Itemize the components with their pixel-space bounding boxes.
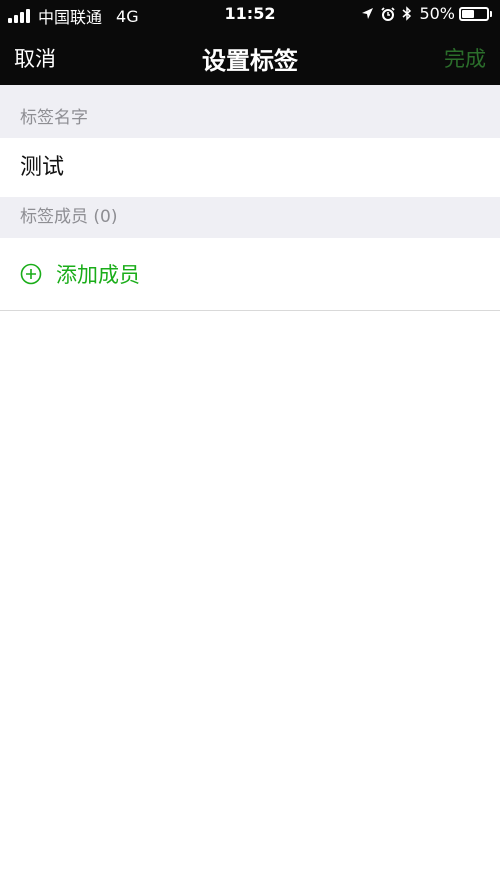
battery-icon — [459, 6, 489, 21]
bluetooth-icon — [402, 6, 412, 21]
plus-circle-icon — [20, 263, 42, 285]
battery-percent: 50% — [419, 4, 455, 23]
alarm-icon — [381, 6, 396, 21]
section-header-tag-name: 标签名字 — [0, 85, 500, 138]
status-bar: 中国联通 4G 11:52 50% — [0, 0, 500, 28]
navigation-bar: 取消 设置标签 完成 — [0, 28, 500, 85]
done-button[interactable]: 完成 — [444, 43, 486, 73]
tag-name-input[interactable]: 测试 — [0, 138, 500, 197]
add-member-label: 添加成员 — [56, 263, 140, 287]
section-header-tag-members: 标签成员 (0) — [0, 197, 500, 238]
battery-tip — [490, 10, 492, 17]
add-member-button[interactable]: 添加成员 — [0, 238, 500, 311]
status-right: 50% — [361, 4, 492, 23]
location-arrow-icon — [361, 7, 374, 20]
page-title: 设置标签 — [202, 47, 298, 75]
